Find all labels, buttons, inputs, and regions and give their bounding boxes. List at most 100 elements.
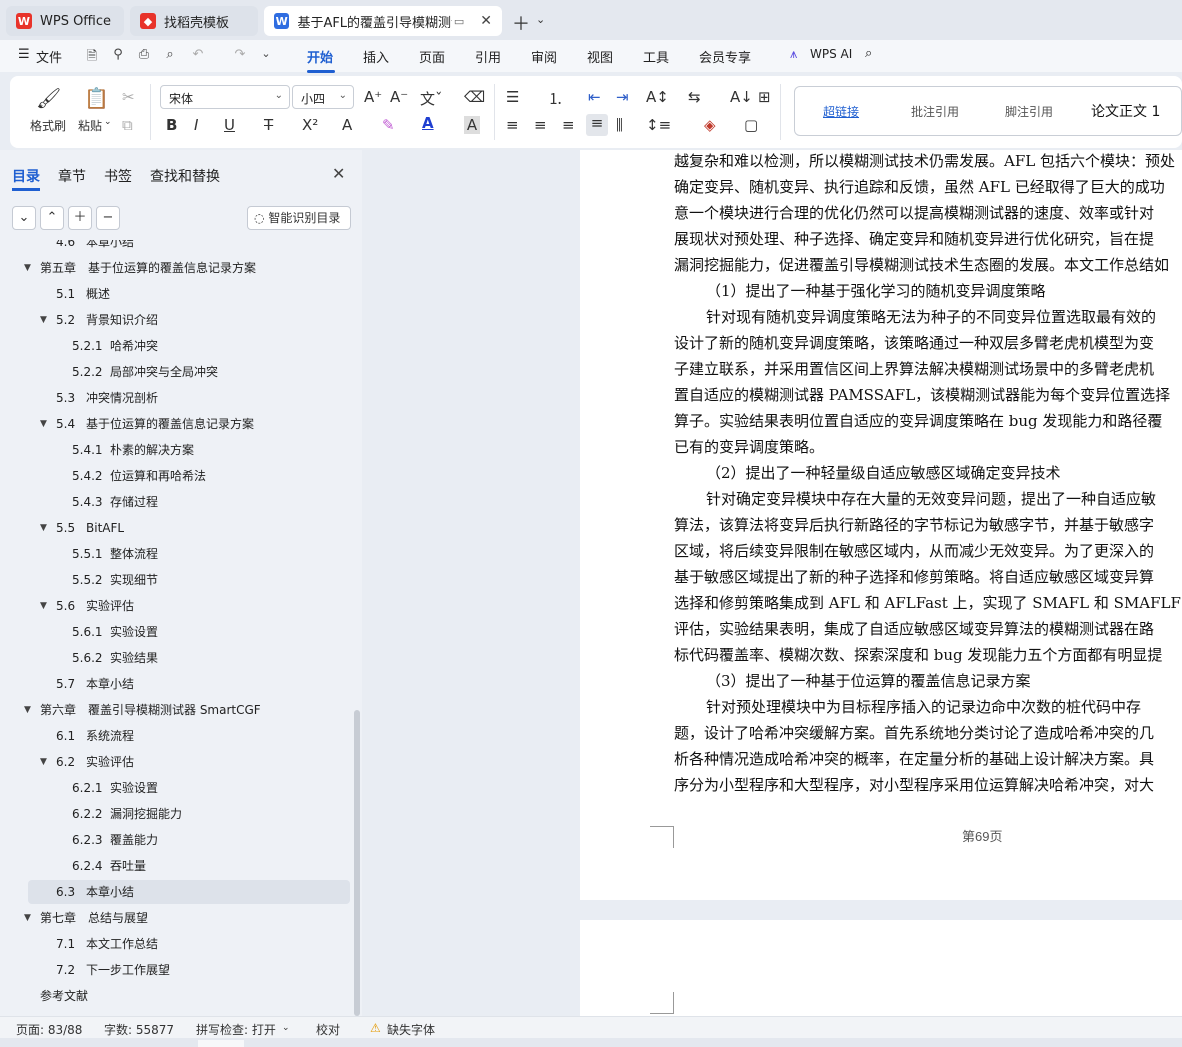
expand-all-icon[interactable]: ⌄	[12, 206, 36, 230]
toc-item[interactable]: 7.1本文工作总结	[28, 932, 350, 956]
tab-wps-office[interactable]: W WPS Office	[6, 6, 124, 36]
collapse-all-icon[interactable]: ⌃	[40, 206, 64, 230]
format-painter-button[interactable]: 格式刷	[30, 117, 66, 134]
save-icon[interactable]: 🗎	[84, 47, 100, 63]
expand-arrow-icon[interactable]: ▼	[40, 412, 47, 436]
menu-file[interactable]: 文件	[36, 47, 62, 66]
toc-item[interactable]: ▼5.4基于位运算的覆盖信息记录方案	[28, 412, 350, 436]
underline-icon[interactable]: U	[224, 116, 235, 134]
toc-item[interactable]: ▼第六章覆盖引导模糊测试器 SmartCGF	[28, 698, 350, 722]
toc-item[interactable]: ▼第七章总结与展望	[28, 906, 350, 930]
border-icon[interactable]: ▢	[744, 116, 758, 134]
toc-item[interactable]: 5.4.1朴素的解决方案	[28, 438, 350, 462]
toc-item[interactable]: ▼5.5BitAFL	[28, 516, 350, 540]
paste-dropdown-icon[interactable]: ⌄	[104, 117, 112, 127]
spell-check[interactable]: 拼写检查: 打开	[196, 1021, 276, 1038]
toc-item[interactable]: 5.6.1实验设置	[28, 620, 350, 644]
paste-button[interactable]: 粘贴	[78, 117, 102, 134]
expand-arrow-icon[interactable]: ▼	[40, 308, 47, 332]
toc-item[interactable]: 6.2.2漏洞挖掘能力	[28, 802, 350, 826]
style-thesis-body[interactable]: 论文正文 1	[1091, 101, 1160, 121]
toc-item[interactable]: 4.6本章小结	[28, 240, 350, 254]
toc-item[interactable]: 6.3本章小结	[28, 880, 350, 904]
word-count[interactable]: 字数: 55877	[104, 1021, 174, 1038]
add-heading-icon[interactable]: ＋	[68, 206, 92, 230]
menu-reference[interactable]: 引用	[475, 47, 501, 66]
smart-toc-button[interactable]: ◌ 智能识别目录	[247, 206, 351, 230]
toc-item[interactable]: 6.2.4吞吐量	[28, 854, 350, 878]
chevron-down-icon[interactable]: ⌄	[282, 1023, 290, 1033]
highlight-icon[interactable]: ✎	[382, 116, 395, 134]
new-tab-icon[interactable]: ＋	[512, 10, 530, 36]
close-icon[interactable]: ✕	[332, 164, 345, 183]
proofread[interactable]: 校对	[316, 1021, 340, 1038]
toc-item[interactable]: 5.2.1哈希冲突	[28, 334, 350, 358]
nav-tab-toc[interactable]: 目录	[12, 166, 40, 186]
sort-az-icon[interactable]: A↓	[730, 88, 753, 106]
toc-item[interactable]: ▼第五章基于位运算的覆盖信息记录方案	[28, 256, 350, 280]
undo-icon[interactable]: ↶	[190, 47, 206, 63]
tab-template[interactable]: ◆ 找稻壳模板	[130, 6, 258, 36]
decrease-indent-icon[interactable]: ⇤	[588, 88, 601, 106]
toc-item[interactable]: 5.5.2实现细节	[28, 568, 350, 592]
wps-ai-icon[interactable]: ⩚	[790, 47, 797, 62]
distributed-icon[interactable]: ⫼	[616, 116, 623, 134]
toc-item[interactable]: 5.5.1整体流程	[28, 542, 350, 566]
bold-icon[interactable]: B	[166, 116, 177, 134]
menu-review[interactable]: 审阅	[531, 47, 557, 66]
more-chevron-icon[interactable]: ⌄	[258, 47, 274, 63]
menu-wps-ai[interactable]: WPS AI	[810, 47, 852, 61]
expand-arrow-icon[interactable]: ▼	[40, 750, 47, 774]
page-count[interactable]: 页面: 83/88	[16, 1021, 82, 1038]
shading-icon[interactable]: ◈	[704, 116, 716, 134]
toc-item[interactable]: 5.1概述	[28, 282, 350, 306]
paste-icon[interactable]: 📋	[84, 86, 109, 110]
toc-item[interactable]: ▼5.6实验评估	[28, 594, 350, 618]
remove-heading-icon[interactable]: −	[96, 206, 120, 230]
redo-icon[interactable]: ↷	[232, 47, 248, 63]
sort-icon[interactable]: ⇆	[688, 88, 701, 106]
toc-item[interactable]: ▼5.2背景知识介绍	[28, 308, 350, 332]
menu-member[interactable]: 会员专享	[699, 47, 751, 66]
format-painter-icon[interactable]: 🖌	[36, 86, 61, 110]
font-name-select[interactable]: 宋体 ⌄	[160, 85, 290, 109]
nav-tab-chapters[interactable]: 章节	[58, 166, 86, 186]
font-size-select[interactable]: 小四 ⌄	[292, 85, 354, 109]
style-hyperlink[interactable]: 超链接	[823, 103, 859, 120]
toc-item[interactable]: 6.2.3覆盖能力	[28, 828, 350, 852]
increase-indent-icon[interactable]: ⇥	[616, 88, 629, 106]
menu-page[interactable]: 页面	[419, 47, 445, 66]
toc-item[interactable]: 5.7本章小结	[28, 672, 350, 696]
toc-item[interactable]: 5.4.3存储过程	[28, 490, 350, 514]
close-tab-icon[interactable]: ✕	[480, 13, 492, 29]
nav-scrollbar[interactable]	[354, 710, 360, 1016]
print-icon[interactable]: ⎙	[136, 47, 152, 63]
align-left-icon[interactable]: ≡	[506, 116, 519, 134]
shrink-font-icon[interactable]: A⁻	[390, 88, 408, 106]
export-pdf-icon[interactable]: ⚲	[110, 47, 126, 63]
menu-home[interactable]: 开始	[307, 47, 333, 66]
expand-arrow-icon[interactable]: ▼	[24, 906, 31, 930]
menu-insert[interactable]: 插入	[363, 47, 389, 66]
expand-arrow-icon[interactable]: ▼	[24, 698, 31, 722]
print-preview-icon[interactable]: ⌕	[162, 47, 178, 63]
toc-item[interactable]: ▼6.2实验评估	[28, 750, 350, 774]
style-footnote-ref[interactable]: 脚注引用	[1005, 103, 1053, 120]
pinyin-icon[interactable]: 文ˇ	[420, 88, 443, 109]
toc-item[interactable]: 5.3冲突情况剖析	[28, 386, 350, 410]
nav-tab-find-replace[interactable]: 查找和替换	[150, 166, 220, 186]
nav-tab-bookmarks[interactable]: 书签	[104, 166, 132, 186]
bullet-list-icon[interactable]: ☰	[506, 88, 519, 106]
italic-icon[interactable]: I	[194, 116, 198, 134]
missing-font[interactable]: 缺失字体	[387, 1021, 435, 1038]
toc-item[interactable]: 5.6.2实验结果	[28, 646, 350, 670]
expand-arrow-icon[interactable]: ▼	[24, 256, 31, 280]
toc-item[interactable]: 参考文献	[28, 984, 350, 1008]
align-right-icon[interactable]: ≡	[562, 116, 575, 134]
line-spacing-icon[interactable]: ↕≡	[646, 116, 671, 134]
menu-view[interactable]: 视图	[587, 47, 613, 66]
chevron-down-icon[interactable]: ⌄	[536, 13, 545, 26]
toc-item[interactable]: 7.2下一步工作展望	[28, 958, 350, 982]
toc-item[interactable]: 6.1系统流程	[28, 724, 350, 748]
numbered-list-icon[interactable]: ⒈	[548, 88, 563, 109]
